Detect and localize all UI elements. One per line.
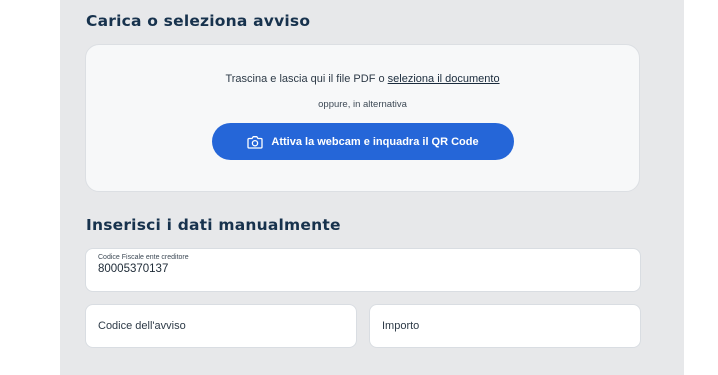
file-drop-zone[interactable]: Trascina e lascia qui il file PDF o sele… xyxy=(85,44,640,192)
amount-placeholder: Importo xyxy=(382,320,420,332)
drop-instructions: Trascina e lascia qui il file PDF o sele… xyxy=(86,73,639,85)
upload-section-title: Carica o seleziona avviso xyxy=(86,12,311,30)
alternative-text: oppure, in alternativa xyxy=(318,99,407,110)
amount-field[interactable]: Importo xyxy=(369,304,641,348)
camera-icon xyxy=(247,135,264,149)
select-document-link[interactable]: seleziona il documento xyxy=(388,73,500,85)
drop-text: Trascina e lascia qui il file PDF o xyxy=(225,73,385,85)
creditor-tax-code-value: 80005370137 xyxy=(98,263,169,275)
notice-code-placeholder: Codice dell'avviso xyxy=(98,320,186,332)
activate-webcam-button[interactable]: Attiva la webcam e inquadra il QR Code xyxy=(212,123,514,160)
payment-notice-panel: Carica o seleziona avviso Trascina e las… xyxy=(60,0,684,375)
creditor-tax-code-field[interactable]: Codice Fiscale ente creditore 8000537013… xyxy=(85,248,641,292)
creditor-tax-code-label: Codice Fiscale ente creditore xyxy=(98,254,189,261)
page-margin-right xyxy=(684,0,718,375)
webcam-button-label: Attiva la webcam e inquadra il QR Code xyxy=(271,135,479,148)
page-margin-left xyxy=(0,0,60,375)
manual-section-title: Inserisci i dati manualmente xyxy=(86,216,341,234)
notice-code-field[interactable]: Codice dell'avviso xyxy=(85,304,357,348)
